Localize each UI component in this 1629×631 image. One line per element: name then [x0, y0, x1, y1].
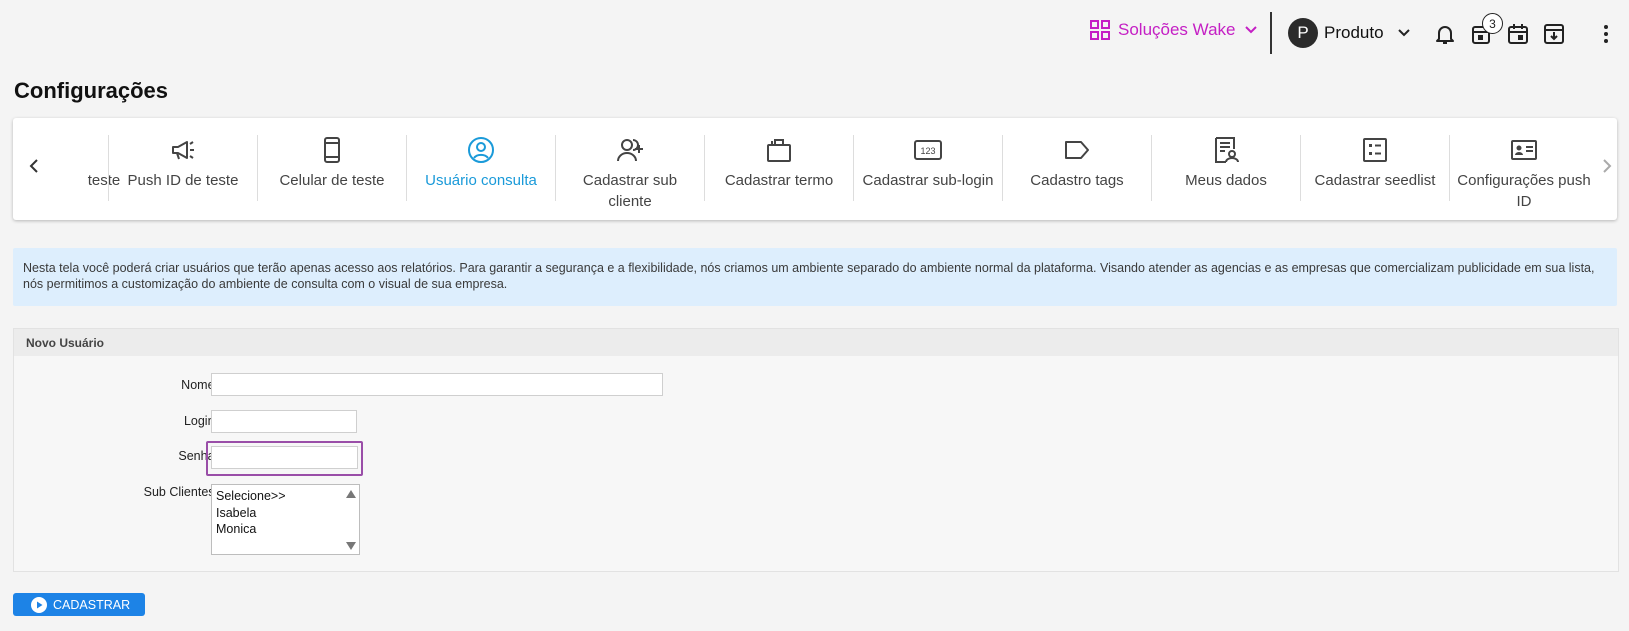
tab-cadastro-tags[interactable]: Cadastro tags [1003, 136, 1151, 216]
panel-title: Novo Usuário [14, 329, 1618, 356]
tab-configuracoes-push-id[interactable]: Configurações push ID [1450, 136, 1598, 216]
scroll-up-arrow[interactable] [346, 490, 356, 498]
tab-cadastrar-termo[interactable]: Cadastrar termo [705, 136, 853, 216]
list-option[interactable]: Selecione>> [216, 488, 355, 505]
checklist-icon [1363, 138, 1387, 162]
nome-field[interactable] [211, 373, 663, 396]
download-box-icon[interactable] [1542, 22, 1566, 46]
solutions-menu-button[interactable]: Soluções Wake [1090, 20, 1259, 40]
tab-push-id-teste[interactable]: Push ID de teste [109, 136, 257, 216]
user-circle-icon [468, 137, 494, 163]
notification-badge: 3 [1482, 13, 1503, 34]
megaphone-icon [172, 141, 194, 160]
tab-cadastrar-sub-login[interactable]: 123 Cadastrar sub-login [854, 136, 1002, 216]
info-message: Nesta tela você poderá criar usuários qu… [13, 248, 1617, 306]
tab-meus-dados[interactable]: Meus dados [1152, 136, 1300, 216]
sub-clientes-label: Sub Clientes: [143, 485, 218, 499]
tab-celular-teste[interactable]: Celular de teste [258, 136, 406, 216]
svg-text:123: 123 [920, 146, 935, 156]
page-title: Configurações [14, 78, 169, 103]
smartphone-icon [324, 137, 340, 163]
tab-cadastrar-sub-cliente[interactable]: Cadastrar sub cliente [556, 136, 704, 216]
partial-icon [75, 136, 103, 164]
user-menu-button[interactable]: P Produto [1288, 18, 1412, 48]
avatar: P [1288, 18, 1318, 48]
top-bar: Soluções Wake P Produto 3 [0, 0, 1629, 66]
login-field[interactable] [211, 410, 357, 433]
chevron-down-icon [1397, 29, 1410, 37]
new-user-panel: Novo Usuário Nome: Login: Senha: Sub Cli… [13, 328, 1619, 572]
list-option[interactable]: Monica [216, 521, 355, 538]
bell-icon[interactable] [1433, 22, 1457, 46]
tab-usuario-consulta[interactable]: Usuário consulta [407, 136, 555, 216]
pin-123-icon: 123 [914, 140, 942, 160]
scroll-down-arrow[interactable] [346, 542, 356, 550]
list-option[interactable]: Isabela [216, 505, 355, 522]
settings-tab-strip: teste Push ID de teste Celular de teste … [13, 118, 1617, 220]
solutions-label: Soluções Wake [1118, 20, 1236, 39]
chevron-down-icon [1245, 26, 1258, 34]
header-divider [1270, 12, 1272, 54]
briefcase-icon [767, 139, 791, 162]
chevron-right-icon[interactable] [1595, 154, 1619, 178]
sub-clientes-listbox[interactable]: Selecione>> Isabela Monica [211, 484, 360, 555]
cadastrar-label: CADASTRAR [53, 597, 131, 612]
grid-icon [1090, 20, 1110, 40]
cadastrar-button[interactable]: CADASTRAR [13, 593, 145, 616]
user-name: Produto [1324, 23, 1384, 42]
tag-icon [1065, 141, 1089, 159]
play-circle-icon [31, 596, 47, 613]
more-vert-icon[interactable] [1594, 22, 1618, 46]
tab-cadastrar-seedlist[interactable]: Cadastrar seedlist [1301, 136, 1449, 216]
add-user-icon [617, 139, 643, 162]
calendar-icon[interactable] [1506, 22, 1530, 46]
id-card-icon [1511, 140, 1537, 160]
senha-field[interactable] [211, 446, 358, 469]
user-document-icon [1215, 137, 1239, 163]
